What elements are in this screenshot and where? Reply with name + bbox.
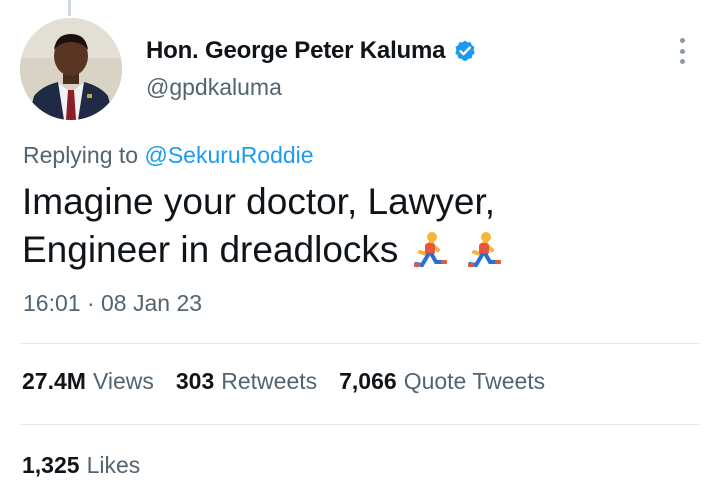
profile-photo-icon [20, 18, 122, 120]
more-dot-icon [679, 48, 685, 54]
views-stat[interactable]: 27.4M Views [22, 368, 154, 395]
more-dot-icon [679, 38, 685, 43]
tweet-detail: Hon. George Peter Kaluma @gpdkaluma Repl… [0, 0, 720, 501]
views-count: 27.4M [22, 368, 86, 394]
author-handle[interactable]: @gpdkaluma [146, 74, 477, 101]
retweets-label: Retweets [221, 368, 318, 394]
likes-stat[interactable]: 1,325 Likes [22, 452, 140, 479]
quote-tweets-label: Quote Tweets [403, 368, 546, 394]
quote-tweets-count: 7,066 [339, 368, 397, 394]
display-name[interactable]: Hon. George Peter Kaluma [146, 37, 445, 65]
tweet-timestamp[interactable]: 16:01 · 08 Jan 23 [23, 290, 202, 317]
replying-to: Replying to @SekuruRoddie [23, 142, 314, 169]
author-info: Hon. George Peter Kaluma @gpdkaluma [146, 36, 477, 101]
runner-emoji-icon [412, 230, 450, 270]
tweet-text-line: Engineer in dreadlocks [22, 229, 399, 270]
avatar[interactable] [20, 18, 122, 120]
views-label: Views [92, 368, 154, 394]
more-dot-icon [679, 59, 685, 64]
likes-count: 1,325 [22, 452, 80, 478]
runner-emoji-icon [466, 230, 504, 270]
more-options-button[interactable] [672, 38, 692, 64]
thread-connector-line [68, 0, 71, 16]
replying-prefix: Replying to [23, 142, 145, 168]
likes-label: Likes [86, 452, 141, 478]
replying-to-mention-link[interactable]: @SekuruRoddie [144, 142, 313, 168]
engagement-stats: 27.4M Views 303 Retweets 7,066 Quote Twe… [22, 368, 545, 395]
divider [20, 424, 700, 425]
divider [20, 343, 700, 344]
display-name-row: Hon. George Peter Kaluma [146, 36, 477, 66]
tweet-text-line-with-emoji: Engineer in dreadlocks [22, 226, 682, 274]
quote-tweets-stat[interactable]: 7,066 Quote Tweets [339, 368, 545, 395]
tweet-text: Imagine your doctor, Lawyer, Engineer in… [22, 178, 682, 274]
retweets-stat[interactable]: 303 Retweets [176, 368, 317, 395]
verified-badge-icon [453, 39, 477, 63]
tweet-text-line: Imagine your doctor, Lawyer, [22, 181, 496, 222]
retweets-count: 303 [175, 368, 215, 394]
